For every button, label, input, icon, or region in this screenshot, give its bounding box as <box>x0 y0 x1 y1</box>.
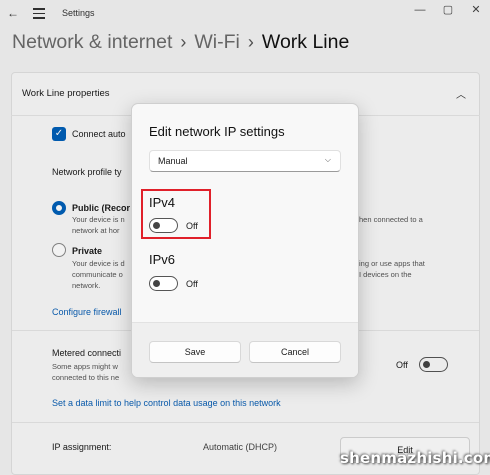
edit-ip-dialog: Edit network IP settings Manual ⌵ IPv4 O… <box>131 103 359 378</box>
ipv4-label: IPv4 <box>149 195 176 210</box>
ipv6-state: Off <box>186 279 198 289</box>
ipv4-state: Off <box>186 221 198 231</box>
watermark: shenmazhishi.com <box>340 449 490 467</box>
ipv6-toggle[interactable] <box>149 276 178 291</box>
ipv6-label: IPv6 <box>149 252 176 267</box>
dialog-footer: Save Cancel <box>132 322 358 377</box>
cancel-button[interactable]: Cancel <box>249 341 341 363</box>
chevron-down-icon: ⌵ <box>324 155 331 164</box>
ipv4-toggle[interactable] <box>149 218 178 233</box>
save-button[interactable]: Save <box>149 341 241 363</box>
toggle-knob <box>153 280 160 287</box>
dialog-title: Edit network IP settings <box>149 124 285 139</box>
ip-mode-value: Manual <box>158 156 188 166</box>
ip-mode-select[interactable]: Manual ⌵ <box>149 150 341 172</box>
toggle-knob <box>153 222 160 229</box>
